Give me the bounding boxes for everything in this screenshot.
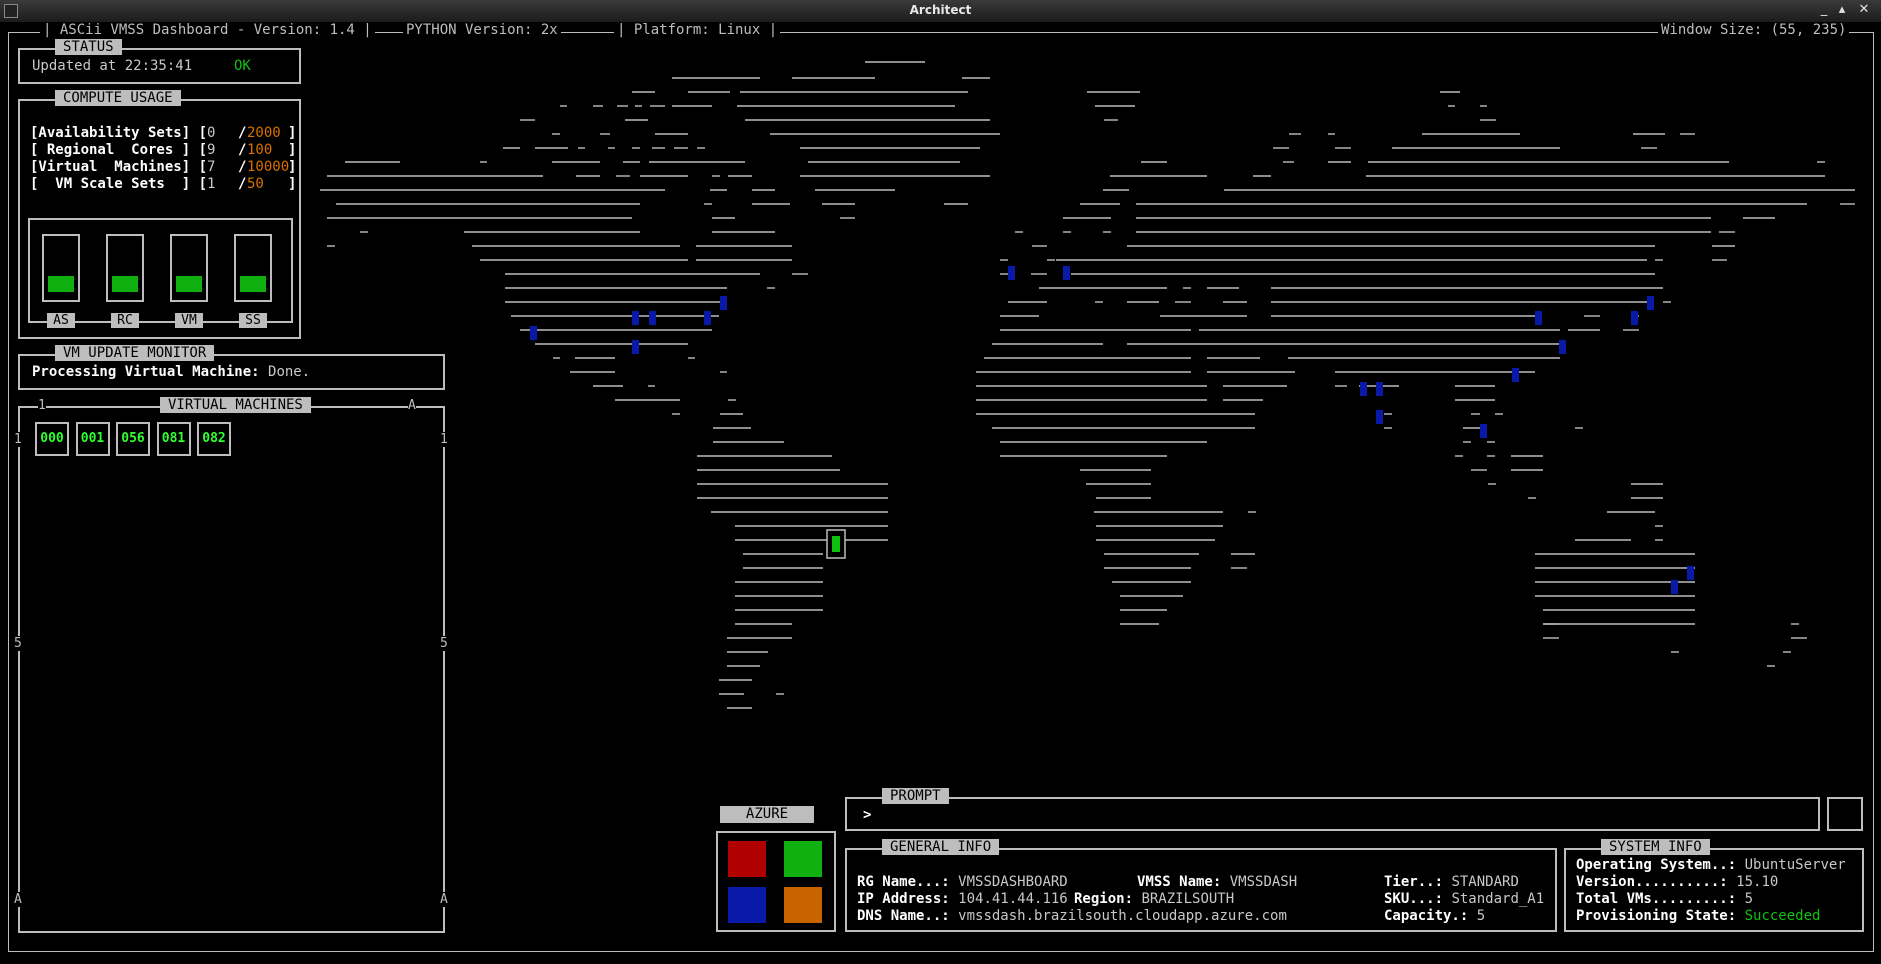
azure-label: AZURE	[720, 806, 814, 823]
azure-square	[784, 841, 822, 877]
system-info-label: SYSTEM INFO	[1601, 839, 1710, 855]
vm-left-marker-a: A	[14, 892, 22, 907]
gauge-box: AS RC VM SS	[28, 218, 293, 328]
status-panel: STATUS Updated at 22:35:41 OK	[18, 39, 301, 84]
compute-row: [ Regional Cores ] [9/100]	[30, 142, 297, 158]
gauge-fill	[240, 276, 266, 292]
compute-usage-label: COMPUTE USAGE	[55, 90, 181, 106]
window-title: Architect	[909, 3, 972, 17]
gauge-fill	[176, 276, 202, 292]
header-window-size: Window Size: (55, 235)	[1658, 22, 1850, 38]
tier-row: Tier..: STANDARD	[1384, 874, 1519, 890]
maximize-icon[interactable]: ▴	[1834, 2, 1850, 17]
azure-logo	[716, 831, 836, 932]
vm-tile[interactable]: 001	[75, 422, 110, 456]
vm-right-marker-5: 5	[440, 636, 448, 651]
gauge-fill	[112, 276, 138, 292]
vm-tile[interactable]: 081	[156, 422, 191, 456]
ip-address-row: IP Address: 104.41.44.116	[857, 891, 1068, 907]
monitor-line: Processing Virtual Machine: Done.	[32, 364, 310, 381]
vm-tile[interactable]: 000	[35, 422, 69, 456]
gauge-ss	[234, 234, 272, 302]
status-ok: OK	[234, 58, 251, 74]
vm-top-left-marker: 1	[38, 398, 46, 413]
provisioning-state-row: Provisioning State: Succeeded	[1576, 908, 1821, 924]
gauge-label: RC	[111, 313, 139, 328]
gauge-fill	[48, 276, 74, 292]
capacity-row: Capacity.: 5	[1384, 908, 1486, 924]
gauge-label: SS	[239, 313, 267, 328]
compute-row: [Virtual Machines] [7/10000]	[30, 159, 297, 175]
prompt-input[interactable]	[881, 804, 1805, 826]
compute-row: [Availability Sets] [0/2000]	[30, 125, 297, 141]
total-vms-row: Total VMs.........: 5	[1576, 891, 1754, 907]
monitor-key: Processing Virtual Machine:	[32, 364, 260, 380]
vm-left-marker-1: 1	[14, 432, 22, 447]
version-row: Version..........: 15.10	[1576, 874, 1779, 890]
window-titlebar: Architect _ ▴ ✕	[0, 0, 1881, 23]
gauge-label: AS	[47, 313, 75, 328]
monitor-value: Done.	[268, 364, 311, 380]
azure-square	[728, 887, 766, 923]
system-info-panel: SYSTEM INFO Operating System..: UbuntuSe…	[1564, 839, 1864, 932]
prompt-symbol: >	[863, 807, 872, 823]
general-info-panel: GENERAL INFO RG Name...: VMSSDASHBOARD I…	[845, 839, 1557, 932]
vm-top-right-marker: A	[408, 398, 416, 413]
compute-usage-panel: COMPUTE USAGE [Availability Sets] [0/200…	[18, 90, 301, 339]
minimize-icon[interactable]: _	[1816, 2, 1832, 17]
header-platform: | Platform: Linux |	[614, 22, 781, 38]
compute-row: [ VM Scale Sets ] [1/50]	[30, 176, 297, 192]
vm-tile[interactable]: 056	[116, 422, 150, 456]
virtual-machines-panel: VIRTUAL MACHINES	[18, 397, 445, 933]
gauge-vm	[170, 234, 208, 302]
status-updated: Updated at 22:35:41	[32, 58, 193, 74]
vm-update-monitor-label: VM UPDATE MONITOR	[55, 345, 215, 361]
virtual-machines-label: VIRTUAL MACHINES	[160, 397, 311, 413]
status-label: STATUS	[55, 39, 122, 55]
general-info-label: GENERAL INFO	[882, 839, 1000, 855]
prompt-label: PROMPT	[882, 788, 949, 804]
prompt-side-box[interactable]	[1827, 797, 1863, 831]
vm-right-marker-a: A	[440, 892, 448, 907]
prompt-panel: PROMPT >	[845, 788, 1820, 831]
gauge-as	[42, 234, 80, 302]
region-row: Region: BRAZILSOUTH	[1074, 891, 1235, 907]
vm-right-marker-1: 1	[440, 432, 448, 447]
rg-name-row: RG Name...: VMSSDASHBOARD	[857, 874, 1068, 890]
azure-square	[728, 841, 766, 877]
dns-name-row: DNS Name..: vmssdash.brazilsouth.cloudap…	[857, 908, 1287, 924]
vmss-name-row: VMSS Name: VMSSDASH	[1137, 874, 1298, 890]
vm-update-monitor-panel: VM UPDATE MONITOR Processing Virtual Mac…	[18, 345, 445, 390]
vm-left-marker-5: 5	[14, 636, 22, 651]
sku-row: SKU...: Standard_A1	[1384, 891, 1545, 907]
header-python-version: PYTHON Version: 2x	[403, 22, 561, 38]
gauge-label: VM	[175, 313, 203, 328]
vm-tile[interactable]: 082	[197, 422, 231, 456]
os-row: Operating System..: UbuntuServer	[1576, 857, 1846, 873]
close-icon[interactable]: ✕	[1856, 2, 1872, 17]
azure-square	[784, 887, 822, 923]
header-app-title: | ASCii VMSS Dashboard - Version: 1.4 |	[40, 22, 375, 38]
gauge-rc	[106, 234, 144, 302]
